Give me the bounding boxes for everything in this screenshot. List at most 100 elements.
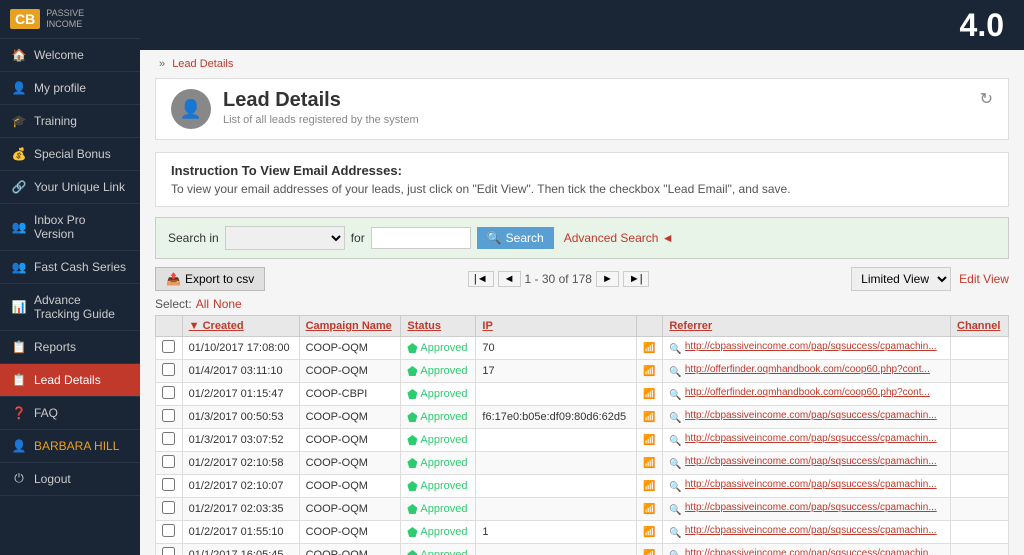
sidebar-item-special-bonus[interactable]: 💰 Special Bonus [0,138,140,171]
referrer-link[interactable]: http://offerfinder.oqmhandbook.com/coop6… [685,364,930,375]
row-referrer: 🔍 http://cbpassiveincome.com/pap/sqsucce… [663,337,951,360]
sidebar-item-logout[interactable]: ⏻ Logout [0,463,140,496]
sidebar-item-fast-cash[interactable]: 👥 Fast Cash Series [0,251,140,284]
table-row[interactable]: 01/4/2017 03:11:10 COOP-OQM Approved 17 … [156,360,1009,383]
row-referrer: 🔍 http://cbpassiveincome.com/pap/sqsucce… [663,544,951,555]
referrer-link[interactable]: http://cbpassiveincome.com/pap/sqsuccess… [685,410,937,421]
col-referrer[interactable]: Referrer [663,316,951,337]
last-page-button[interactable]: ►| [623,271,649,287]
advanced-search-link[interactable]: Advanced Search ◄ [564,231,674,245]
refresh-button[interactable]: ↻ [980,89,993,109]
col-channel[interactable]: Channel [951,316,1009,337]
sidebar-item-inbox-pro[interactable]: 👥 Inbox Pro Version [0,204,140,251]
row-campaign: COOP-OQM [299,452,401,475]
page-subtitle: List of all leads registered by the syst… [223,114,419,126]
row-checkbox[interactable] [156,429,183,452]
row-checkbox[interactable] [156,406,183,429]
referrer-link[interactable]: http://offerfinder.oqmhandbook.com/coop6… [685,387,930,398]
table-toolbar: 📤 Export to csv |◄ ◄ 1 - 30 of 178 ► ►| … [155,267,1009,291]
table-row[interactable]: 01/3/2017 00:50:53 COOP-OQM Approved f6:… [156,406,1009,429]
edit-view-link[interactable]: Edit View [959,272,1009,286]
row-campaign: COOP-OQM [299,544,401,555]
table-row[interactable]: 01/2/2017 01:15:47 COOP-CBPI Approved 📶 … [156,383,1009,406]
status-dot [407,435,417,445]
sidebar-item-advance-tracking[interactable]: 📊 Advance Tracking Guide [0,284,140,331]
status-dot [407,343,417,353]
select-none-link[interactable]: None [213,297,242,311]
row-checkbox[interactable] [156,544,183,555]
breadcrumb: » Lead Details [155,58,1009,70]
view-select[interactable]: Limited View [851,267,951,291]
row-checkbox[interactable] [156,452,183,475]
search-in-select[interactable] [225,226,345,250]
referrer-link[interactable]: http://cbpassiveincome.com/pap/sqsuccess… [685,433,937,444]
table-row[interactable]: 01/1/2017 16:05:45 COOP-OQM Approved 📶 🔍… [156,544,1009,555]
pagination-text: 1 - 30 of 178 [525,272,592,286]
col-status[interactable]: Status [401,316,476,337]
sidebar-item-welcome[interactable]: 🏠 Welcome [0,39,140,72]
row-channel [951,498,1009,521]
search-button[interactable]: 🔍 Search [477,227,554,249]
select-all-link[interactable]: All [196,297,209,311]
referrer-link[interactable]: http://cbpassiveincome.com/pap/sqsuccess… [685,502,937,513]
referrer-link[interactable]: http://cbpassiveincome.com/pap/sqsuccess… [685,525,937,536]
table-row[interactable]: 01/10/2017 17:08:00 COOP-OQM Approved 70… [156,337,1009,360]
table-row[interactable]: 01/2/2017 02:03:35 COOP-OQM Approved 📶 🔍… [156,498,1009,521]
sidebar-item-reports[interactable]: 📋 Reports [0,331,140,364]
row-wifi: 📶 [637,429,663,452]
instruction-heading: Instruction To View Email Addresses: [171,163,993,178]
next-page-button[interactable]: ► [596,271,619,287]
sidebar-nav: 🏠 Welcome 👤 My profile 🎓 Training 💰 Spec… [0,39,140,555]
row-campaign: COOP-OQM [299,337,401,360]
sidebar-item-faq[interactable]: ❓ FAQ [0,397,140,430]
export-csv-button[interactable]: 📤 Export to csv [155,267,265,291]
col-ip[interactable]: IP [476,316,637,337]
table-row[interactable]: 01/2/2017 02:10:58 COOP-OQM Approved 📶 🔍… [156,452,1009,475]
sidebar-item-fast-cash-label: Fast Cash Series [34,260,126,274]
sidebar-item-lead-details-label: Lead Details [34,373,101,387]
leads-table: ▼ Created Campaign Name Status IP Referr… [155,315,1009,555]
row-checkbox[interactable] [156,475,183,498]
referrer-link[interactable]: http://cbpassiveincome.com/pap/sqsuccess… [685,548,937,555]
row-checkbox[interactable] [156,360,183,383]
breadcrumb-separator: » [159,58,165,70]
search-input[interactable] [371,227,471,249]
col-icons [637,316,663,337]
table-row[interactable]: 01/2/2017 02:10:07 COOP-OQM Approved 📶 🔍… [156,475,1009,498]
prev-page-button[interactable]: ◄ [498,271,521,287]
table-row[interactable]: 01/2/2017 01:55:10 COOP-OQM Approved 1 📶… [156,521,1009,544]
col-created[interactable]: ▼ Created [182,316,299,337]
row-ip [476,498,637,521]
search-bar: Search in for 🔍 Search Advanced Search ◄ [155,217,1009,259]
status-dot [407,504,417,514]
first-page-button[interactable]: |◄ [468,271,494,287]
referrer-link[interactable]: http://cbpassiveincome.com/pap/sqsuccess… [685,456,937,467]
row-checkbox[interactable] [156,337,183,360]
status-dot [407,481,417,491]
col-campaign[interactable]: Campaign Name [299,316,401,337]
sidebar-item-lead-details[interactable]: 📋 Lead Details [0,364,140,397]
row-checkbox[interactable] [156,383,183,406]
row-created: 01/4/2017 03:11:10 [182,360,299,383]
referrer-link[interactable]: http://cbpassiveincome.com/pap/sqsuccess… [685,479,937,490]
row-channel [951,521,1009,544]
row-wifi: 📶 [637,383,663,406]
page-header-text: Lead Details List of all leads registere… [223,89,419,126]
row-checkbox[interactable] [156,521,183,544]
breadcrumb-link[interactable]: Lead Details [172,58,233,70]
row-campaign: COOP-CBPI [299,383,401,406]
referrer-link[interactable]: http://cbpassiveincome.com/pap/sqsuccess… [685,341,937,352]
row-status: Approved [401,521,476,544]
sidebar-item-training[interactable]: 🎓 Training [0,105,140,138]
row-ip [476,544,637,555]
referrer-search-icon: 🔍 [669,344,681,355]
bonus-icon: 💰 [12,147,26,161]
row-channel [951,429,1009,452]
sidebar-item-unique-link[interactable]: 🔗 Your Unique Link [0,171,140,204]
sidebar-item-my-profile[interactable]: 👤 My profile [0,72,140,105]
row-created: 01/2/2017 02:03:35 [182,498,299,521]
table-row[interactable]: 01/3/2017 03:07:52 COOP-OQM Approved 📶 🔍… [156,429,1009,452]
sidebar-item-user-profile[interactable]: 👤 BARBARA HILL [0,430,140,463]
row-ip [476,452,637,475]
row-checkbox[interactable] [156,498,183,521]
